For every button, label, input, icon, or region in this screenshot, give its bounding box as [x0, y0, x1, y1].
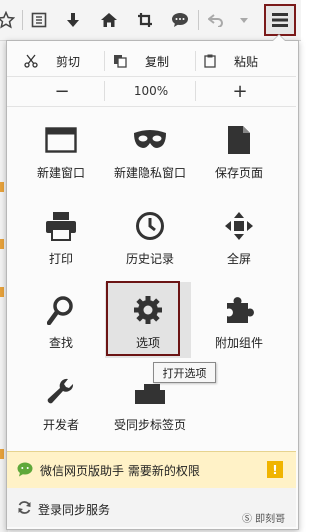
find-button[interactable]: 查找	[16, 282, 106, 370]
new-private-window-label: 新建隐私窗口	[113, 166, 186, 180]
browser-toolbar	[0, 0, 301, 41]
page-mark	[0, 182, 4, 192]
cut-label: 剪切	[56, 54, 81, 69]
paste-label: 粘贴	[234, 54, 259, 69]
developer-button[interactable]: 开发者	[16, 364, 106, 452]
zoom-out-label: −	[54, 80, 70, 102]
zoom-in-button[interactable]: +	[200, 76, 280, 106]
options-tooltip: 打开选项	[153, 362, 216, 383]
print-button[interactable]: 打印	[16, 198, 106, 286]
watermark: Ⓢ 即刻哥	[242, 514, 286, 525]
new-private-window-button[interactable]: 新建隐私窗口	[105, 112, 195, 200]
sync-label: 登录同步服务	[38, 503, 111, 517]
star-icon[interactable]	[0, 6, 20, 34]
synced-tabs-label: 受同步标签页	[113, 418, 186, 432]
new-window-label: 新建窗口	[36, 166, 85, 180]
undo-icon[interactable]	[202, 6, 230, 34]
history-button[interactable]: 历史记录	[105, 198, 195, 286]
window-icon	[16, 122, 106, 158]
print-label: 打印	[48, 252, 73, 266]
fullscreen-button[interactable]: 全屏	[194, 198, 284, 286]
printer-icon	[16, 208, 106, 244]
zoom-separator	[195, 81, 196, 101]
save-page-button[interactable]: 保存页面	[194, 112, 284, 200]
wechat-icon	[17, 462, 33, 480]
zoom-reset-button[interactable]: 100%	[110, 76, 192, 106]
permission-notice[interactable]: 微信网页版助手 需要新的权限 !	[7, 451, 296, 489]
sync-icon	[17, 500, 32, 518]
find-label: 查找	[48, 336, 73, 350]
copy-button[interactable]: 复制	[113, 46, 183, 76]
download-icon[interactable]	[59, 6, 87, 34]
dropdown-icon[interactable]	[230, 6, 258, 34]
new-window-button[interactable]: 新建窗口	[16, 112, 106, 200]
notice-text: 微信网页版助手 需要新的权限	[40, 464, 200, 478]
addons-button[interactable]: 附加组件	[194, 282, 284, 370]
save-page-label: 保存页面	[214, 166, 263, 180]
page-mark	[0, 287, 4, 297]
copy-icon	[113, 54, 127, 68]
addons-label: 附加组件	[214, 336, 263, 350]
scissors-icon	[24, 54, 38, 68]
developer-label: 开发者	[42, 418, 79, 432]
divider	[7, 106, 296, 107]
paste-button[interactable]: 粘贴	[204, 46, 274, 76]
wrench-icon	[16, 374, 106, 410]
warning-icon: !	[267, 461, 283, 478]
panel-arrow-inner	[273, 35, 285, 41]
puzzle-icon	[194, 292, 284, 328]
zoom-separator	[104, 81, 105, 101]
cut-button[interactable]: 剪切	[24, 46, 94, 76]
magnifier-icon	[16, 292, 106, 328]
page-mark	[0, 449, 4, 459]
copy-label: 复制	[145, 54, 170, 69]
mask-icon	[105, 122, 195, 158]
edit-separator	[195, 51, 196, 71]
zoom-in-label: +	[232, 80, 248, 102]
options-highlight-box	[106, 281, 180, 356]
crop-icon[interactable]	[131, 6, 159, 34]
document-icon	[194, 122, 284, 158]
chat-icon[interactable]	[166, 6, 194, 34]
reader-icon[interactable]	[25, 6, 53, 34]
zoom-out-button[interactable]: −	[22, 76, 102, 106]
toolbar-separator	[198, 10, 199, 30]
page-mark	[0, 239, 4, 249]
zoom-level: 100%	[133, 84, 169, 98]
fullscreen-icon	[194, 208, 284, 244]
toolbar-separator	[22, 10, 23, 30]
tooltip-text: 打开选项	[162, 366, 207, 380]
clock-icon	[105, 208, 195, 244]
edit-separator	[104, 51, 105, 71]
fullscreen-label: 全屏	[226, 252, 251, 266]
home-icon[interactable]	[95, 6, 123, 34]
clipboard-icon	[204, 54, 216, 68]
history-label: 历史记录	[125, 252, 174, 266]
hamburger-menu-icon[interactable]	[264, 4, 296, 36]
